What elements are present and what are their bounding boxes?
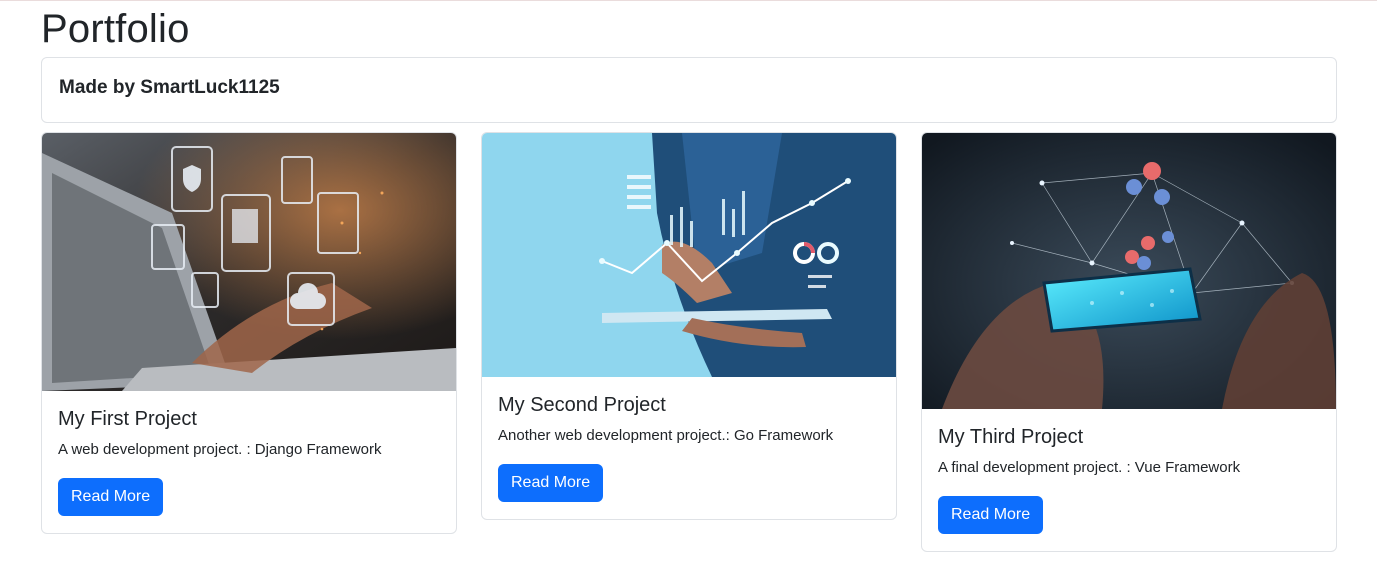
project-title: My First Project xyxy=(58,408,197,430)
project-image xyxy=(482,133,896,377)
project-card: My Second Project Another web developmen… xyxy=(481,132,897,520)
project-card: My First Project A web development proje… xyxy=(41,132,457,534)
phone-social-network-icon xyxy=(922,133,1336,409)
header-card: Made by SmartLuck1125 xyxy=(41,57,1337,123)
tablet-growth-chart-icon xyxy=(482,133,896,377)
read-more-button[interactable]: Read More xyxy=(498,464,604,502)
project-description: A web development project. : Django Fram… xyxy=(58,441,382,458)
project-image xyxy=(922,133,1336,409)
laptop-cloud-security-icon xyxy=(42,133,456,391)
page-title: Portfolio xyxy=(41,7,190,51)
project-image xyxy=(42,133,456,391)
project-description: A final development project. : Vue Frame… xyxy=(938,459,1241,476)
read-more-button[interactable]: Read More xyxy=(938,496,1044,534)
read-more-button[interactable]: Read More xyxy=(58,478,164,516)
project-description: Another web development project.: Go Fra… xyxy=(498,427,834,444)
project-title: My Third Project xyxy=(938,426,1084,448)
project-card: My Third Project A final development pro… xyxy=(921,132,1337,552)
header-subtitle: Made by SmartLuck1125 xyxy=(59,77,280,98)
project-title: My Second Project xyxy=(498,394,666,416)
